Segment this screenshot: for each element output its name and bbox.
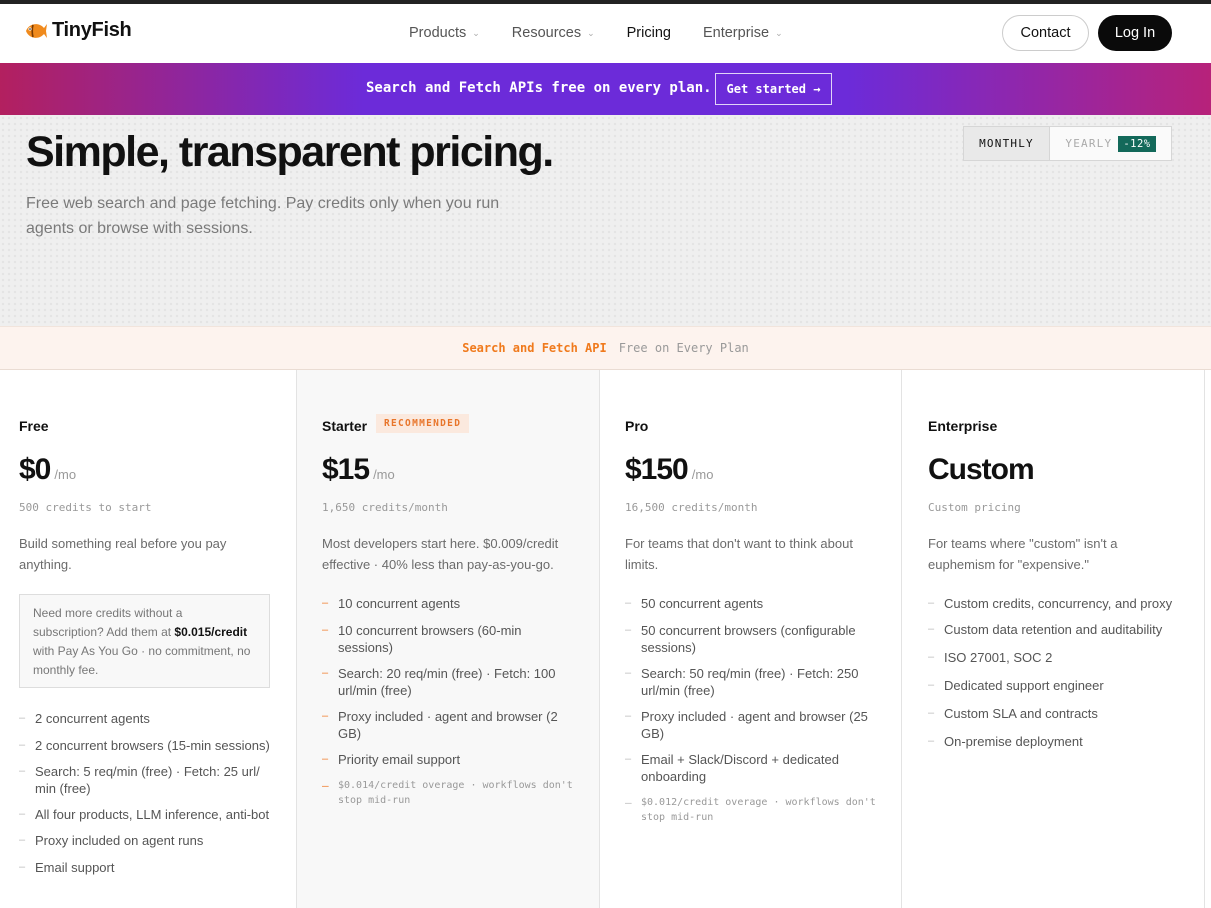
feature-item: On-premise deployment — [928, 733, 1190, 750]
yearly-label: YEARLY — [1065, 137, 1113, 150]
feature-list: Custom credits, concurrency, and proxy C… — [928, 595, 1190, 750]
page-title: Simple, transparent pricing. — [26, 128, 554, 176]
feature-list: 10 concurrent agents 10 concurrent brows… — [322, 595, 580, 808]
plan-card-free: Free $0 /mo 500 credits to start Build s… — [0, 370, 297, 908]
overage-note: $0.014/credit overage · workflows don't … — [322, 778, 580, 808]
feature-item: Search: 5 req/min (free) · Fetch: 25 url… — [19, 763, 277, 797]
pricing-cards: Free $0 /mo 500 credits to start Build s… — [0, 370, 1211, 908]
price-amount: $0 — [19, 453, 51, 486]
nav-resources-label: Resources — [511, 25, 582, 41]
feature-item: Email + Slack/Discord + dedicated onboar… — [625, 751, 883, 785]
note-price: $0.015/credit — [174, 625, 248, 639]
price-unit: /mo — [691, 467, 714, 482]
plan-credits: 500 credits to start — [19, 501, 152, 514]
payg-note: Need more credits without a subscription… — [19, 594, 270, 688]
feature-item: 50 concurrent agents — [625, 595, 883, 612]
brand-name: TinyFish — [52, 19, 132, 41]
billing-toggle: MONTHLY YEARLY -12% — [963, 126, 1172, 161]
feature-item: Search: 50 req/min (free) · Fetch: 250 u… — [625, 665, 883, 699]
chevron-down-icon: ⌄ — [587, 27, 595, 38]
nav-enterprise-label: Enterprise — [702, 25, 770, 41]
plan-card-starter: Starter RECOMMENDED $15 /mo 1,650 credit… — [297, 370, 600, 908]
nav-enterprise[interactable]: Enterprise ⌄ — [703, 25, 783, 41]
feature-item: 2 concurrent agents — [19, 710, 277, 727]
feature-item: 50 concurrent browsers (configurable ses… — [625, 622, 883, 656]
plan-credits: 1,650 credits/month — [322, 501, 448, 514]
price-unit: /mo — [54, 467, 77, 482]
strip-highlight: Search and Fetch API — [462, 341, 607, 355]
promo-banner: Search and Fetch APIs free on every plan… — [0, 63, 1211, 115]
plan-card-pro: Pro $150 /mo 16,500 credits/month For te… — [600, 370, 902, 908]
banner-text: Search and Fetch APIs free on every plan… — [366, 80, 712, 96]
feature-item: Custom data retention and auditability — [928, 621, 1190, 638]
plan-description: Build something real before you pay anyt… — [19, 536, 227, 572]
feature-item: Email support — [19, 859, 277, 876]
note-text-post: with Pay As You Go · no commitment, no m… — [33, 644, 251, 677]
contact-button[interactable]: Contact — [1002, 15, 1089, 51]
yearly-option[interactable]: YEARLY -12% — [1050, 127, 1171, 160]
monthly-option[interactable]: MONTHLY — [964, 127, 1050, 160]
page-subtitle: Free web search and page fetching. Pay c… — [26, 195, 500, 237]
plan-name: Enterprise — [928, 418, 998, 434]
primary-menu: Products ⌄ Resources ⌄ Pricing Enterpris… — [409, 25, 815, 41]
hero-section: Simple, transparent pricing. Free web se… — [0, 115, 1211, 326]
plan-description: Most developers start here. $0.009/credi… — [322, 536, 559, 572]
plan-name: Starter — [322, 418, 368, 434]
note-text-pre: Need more credits without a subscription… — [33, 606, 183, 639]
login-button[interactable]: Log In — [1098, 15, 1172, 51]
plan-price: Custom — [928, 453, 1035, 487]
feature-item: All four products, LLM inference, anti-b… — [19, 806, 277, 823]
feature-item: Priority email support — [322, 751, 580, 768]
plan-price: $150 /mo — [625, 453, 713, 487]
feature-item: Proxy included on agent runs — [19, 832, 277, 849]
feature-item: 2 concurrent browsers (15-min sessions) — [19, 737, 277, 754]
strip-text: Free on Every Plan — [618, 341, 749, 355]
plan-price: $15 /mo — [322, 453, 395, 487]
recommended-badge: RECOMMENDED — [376, 414, 470, 433]
feature-item: 10 concurrent browsers (60-min sessions) — [322, 622, 580, 656]
feature-item: Custom SLA and contracts — [928, 705, 1190, 722]
chevron-down-icon: ⌄ — [775, 27, 783, 38]
nav-resources[interactable]: Resources ⌄ — [512, 25, 595, 41]
plan-description: For teams that don't want to think about… — [625, 536, 853, 572]
plan-name: Free — [19, 418, 49, 434]
feature-item: ISO 27001, SOC 2 — [928, 649, 1190, 666]
feature-item: Proxy included · agent and browser (2 GB… — [322, 708, 580, 742]
plan-credits: Custom pricing — [928, 501, 1021, 514]
get-started-button[interactable]: Get started → — [715, 73, 832, 105]
price-amount: Custom — [928, 453, 1035, 486]
feature-item: Proxy included · agent and browser (25 G… — [625, 708, 883, 742]
discount-badge: -12% — [1118, 135, 1156, 152]
plan-description: For teams where "custom" isn't a euphemi… — [928, 536, 1118, 572]
free-api-strip: Search and Fetch API Free on Every Plan — [0, 326, 1211, 370]
overage-note: $0.012/credit overage · workflows don't … — [625, 795, 883, 825]
nav-products-label: Products — [409, 25, 467, 41]
feature-item: Search: 20 req/min (free) · Fetch: 100 u… — [322, 665, 580, 699]
plan-price: $0 /mo — [19, 453, 76, 487]
feature-item: Custom credits, concurrency, and proxy — [928, 595, 1190, 612]
plan-name: Pro — [625, 418, 649, 434]
feature-list: 50 concurrent agents 50 concurrent brows… — [625, 595, 883, 825]
feature-list: 2 concurrent agents 2 concurrent browser… — [19, 710, 277, 876]
price-amount: $15 — [322, 453, 370, 486]
fish-logo-icon — [26, 23, 47, 38]
plan-credits: 16,500 credits/month — [625, 501, 758, 514]
nav-pricing[interactable]: Pricing — [627, 25, 671, 41]
nav-pricing-label: Pricing — [626, 25, 671, 41]
price-unit: /mo — [373, 467, 395, 482]
nav-products[interactable]: Products ⌄ — [409, 25, 480, 41]
feature-item: Dedicated support engineer — [928, 677, 1190, 694]
top-nav: TinyFish Products ⌄ Resources ⌄ Pricing … — [0, 4, 1211, 63]
price-amount: $150 — [625, 453, 689, 486]
chevron-down-icon: ⌄ — [472, 27, 480, 38]
feature-item: 10 concurrent agents — [322, 595, 580, 612]
plan-card-enterprise: Enterprise Custom Custom pricing For tea… — [902, 370, 1205, 908]
brand-logo[interactable]: TinyFish — [24, 19, 132, 42]
